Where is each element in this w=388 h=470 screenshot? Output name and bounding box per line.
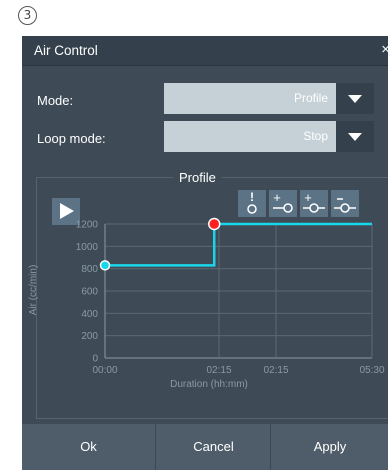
apply-button[interactable]: Apply xyxy=(270,424,388,470)
selected-profile-point[interactable] xyxy=(207,217,221,231)
dialog-button-bar: Ok Cancel Apply xyxy=(22,424,388,470)
y-tick-label: 1200 xyxy=(76,220,99,231)
air-control-dialog: Air Control × Mode: Profile Loop mode: S… xyxy=(22,36,388,470)
y-tick-label: 1000 xyxy=(76,242,99,253)
y-tick-label: 0 xyxy=(92,354,98,365)
x-axis-label: Duration (hh:mm) xyxy=(170,379,248,390)
ok-button[interactable]: Ok xyxy=(22,424,155,470)
cancel-button[interactable]: Cancel xyxy=(155,424,271,470)
air-flow-series-line xyxy=(105,222,372,267)
y-tick-label: 400 xyxy=(81,309,98,320)
air-profile-chart[interactable]: 0 200 400 600 800 1000 1200 00:00 02:15 02:15 05:3… xyxy=(22,36,388,424)
x-tick-label: 05:30 xyxy=(359,365,384,376)
x-tick-label: 00:00 xyxy=(92,365,117,376)
x-tick-label: 02:15 xyxy=(263,365,288,376)
y-tick-label: 200 xyxy=(81,331,98,342)
y-tick-label: 600 xyxy=(81,287,98,298)
profile-point[interactable] xyxy=(99,260,111,271)
x-tick-label: 02:15 xyxy=(206,365,231,376)
y-tick-label: 800 xyxy=(81,264,98,275)
step-number-marker: 3 xyxy=(18,6,37,25)
y-axis-label: Air (cc/min) xyxy=(28,265,39,316)
